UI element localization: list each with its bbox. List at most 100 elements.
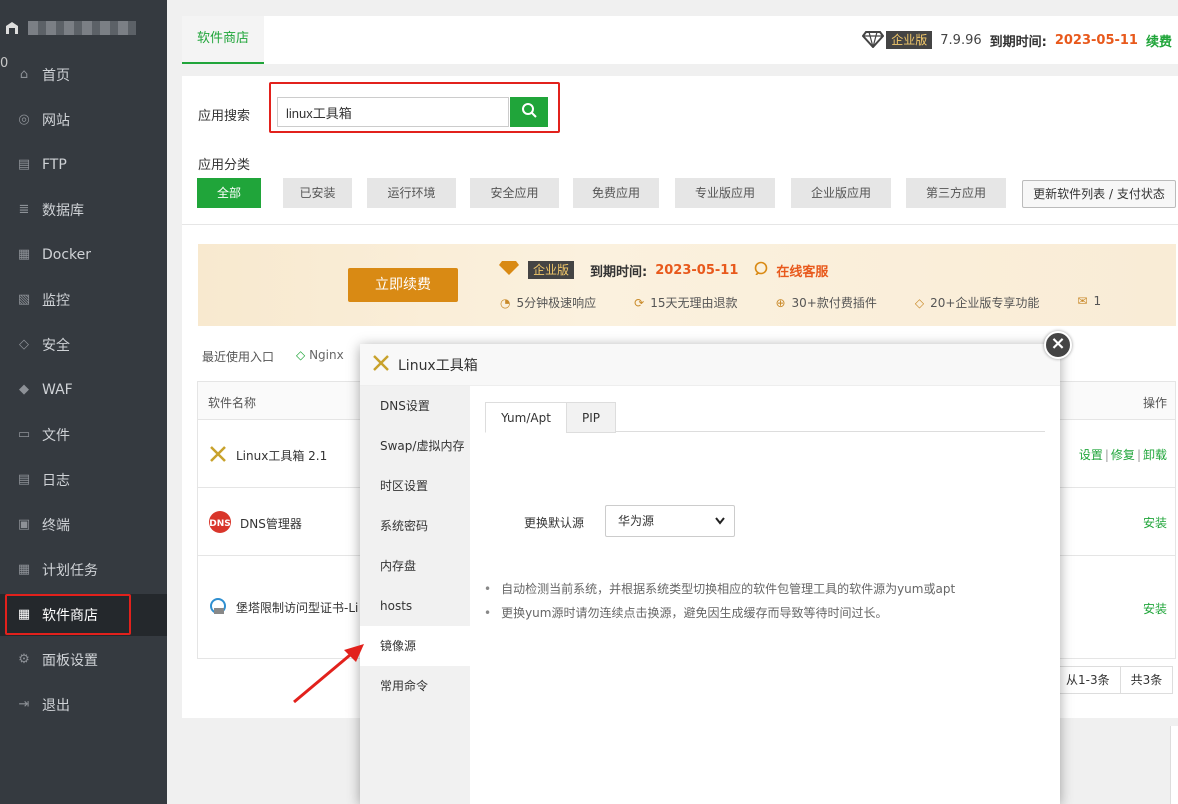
renew-link[interactable]: 续费 (1146, 31, 1172, 50)
category-button-3[interactable]: 安全应用 (470, 178, 559, 208)
category-button-2[interactable]: 运行环境 (367, 178, 456, 208)
header-name: 软件名称 (208, 396, 257, 410)
source-tabs: Yum/Apt PIP (485, 402, 1045, 433)
source-select[interactable]: 华为源 (605, 505, 735, 537)
dialog-menu-item-1[interactable]: Swap/虚拟内存 (360, 426, 470, 466)
expire-date: 2023-05-11 (1054, 32, 1138, 48)
promo-banner: 立即续费 企业版 到期时间: 2023-05-11 在线客服 ◔ 5分钟极速响应 ⟳… (198, 244, 1176, 326)
sidebar-item-label: 监控 (42, 293, 70, 309)
terminal-icon: ▣ (17, 517, 31, 532)
waf-shield-icon: ◇ (296, 348, 306, 362)
category-button-6[interactable]: 企业版应用 (791, 178, 891, 208)
banner-feature: ⊕ 30+款付费插件 (775, 296, 877, 310)
service-icon (754, 261, 768, 279)
shield-icon: ◇ (19, 337, 29, 352)
dns-icon: DNS (208, 510, 232, 537)
tab-software-store[interactable]: 软件商店 (182, 16, 264, 64)
mail-icon: ✉ (1077, 294, 1088, 308)
category-button-7[interactable]: 第三方应用 (906, 178, 1006, 208)
sidebar-item-5[interactable]: ▧ 监控 (0, 279, 167, 321)
banner-expire-label: 到期时间: (590, 264, 648, 280)
dialog-title: Linux工具箱 (398, 357, 478, 374)
edition-badge: 企业版 (861, 30, 933, 50)
sidebar-item-3[interactable]: ≣ 数据库 (0, 189, 167, 231)
logo-icon (4, 20, 20, 36)
divider (182, 224, 1178, 225)
folder-icon: ▭ (17, 427, 31, 442)
sidebar-item-1[interactable]: ◎ 网站 (0, 99, 167, 141)
category-label: 应用分类 (198, 158, 251, 173)
sidebar-item-10[interactable]: ▣ 终端 (0, 504, 167, 546)
dialog-menu-item-7[interactable]: 常用命令 (360, 666, 470, 706)
header-op: 操作 (1142, 396, 1167, 410)
banner-feature: ✉ 1 (1077, 294, 1102, 308)
install-link[interactable]: 安装 (1143, 514, 1167, 531)
sidebar-item-6[interactable]: ◇ 安全 (0, 324, 167, 366)
sidebar-item-11[interactable]: ▦ 计划任务 (0, 549, 167, 591)
renew-now-button[interactable]: 立即续费 (348, 268, 458, 302)
repair-link[interactable]: 修复 (1111, 448, 1135, 462)
tools-icon (372, 354, 390, 376)
tips-list: 自动检测当前系统，并根据系统类型切换相应的软件包管理工具的软件源为yum或apt… (484, 577, 955, 625)
database-icon: ≣ (18, 202, 30, 217)
category-button-4[interactable]: 免费应用 (573, 178, 659, 208)
category-button-0[interactable]: 全部 (197, 178, 261, 208)
sidebar: 0 ⌂ 首页 ◎ 网站 ▤ FTP ≣ 数据库 ▦ Docker ▧ 监控 ◇ 安全 ◆ WAF ▭ 文件 ▤ 日志 ▣… (0, 0, 167, 804)
sidebar-item-label: 文件 (42, 428, 70, 444)
dialog-menu-item-5[interactable]: hosts (360, 586, 470, 626)
banner-features: ◔ 5分钟极速响应 ⟳ 15天无理由退款 ⊕ 30+款付费插件 ◇ 20+企业版专享功能 ✉ 1 (500, 294, 1101, 311)
tab-pip[interactable]: PIP (566, 402, 616, 433)
sidebar-item-label: 日志 (42, 473, 70, 489)
dialog-menu-item-4[interactable]: 内存盘 (360, 546, 470, 586)
logout-icon: ⇥ (18, 697, 30, 712)
sidebar-item-13[interactable]: ⚙ 面板设置 (0, 639, 167, 681)
sidebar-item-label: 计划任务 (42, 563, 98, 579)
install-link[interactable]: 安装 (1143, 600, 1167, 617)
globe-icon: ◎ (18, 112, 30, 127)
settings-link[interactable]: 设置 (1079, 448, 1103, 462)
software-name[interactable]: 堡塔限制访问型证书-Li (236, 599, 358, 616)
sidebar-item-14[interactable]: ⇥ 退出 (0, 684, 167, 726)
svg-text:DNS: DNS (209, 519, 231, 529)
brand (0, 0, 167, 56)
tip-item: 更换yum源时请勿连续点击换源，避免因生成缓存而导致等待时间过长。 (484, 601, 955, 625)
sidebar-item-label: WAF (42, 382, 73, 398)
sidebar-item-2[interactable]: ▤ FTP (0, 144, 167, 186)
ftp-icon: ▤ (17, 157, 31, 172)
banner-feature: ◔ 5分钟极速响应 (500, 296, 597, 310)
recent-label: 最近使用入口 (202, 350, 275, 364)
sidebar-highlight-box (5, 594, 131, 635)
docker-icon: ▦ (17, 247, 31, 262)
banner-feature: ◇ 20+企业版专享功能 (914, 296, 1040, 310)
certificate-icon (208, 596, 228, 619)
uninstall-link[interactable]: 卸载 (1143, 448, 1167, 462)
sidebar-item-9[interactable]: ▤ 日志 (0, 459, 167, 501)
tab-yum-apt[interactable]: Yum/Apt (485, 402, 567, 433)
close-dialog-button[interactable]: × (1044, 331, 1072, 359)
category-button-1[interactable]: 已安装 (283, 178, 352, 208)
category-button-5[interactable]: 专业版应用 (675, 178, 775, 208)
sidebar-item-0[interactable]: ⌂ 首页 (0, 54, 167, 96)
sidebar-item-8[interactable]: ▭ 文件 (0, 414, 167, 456)
waf-shield-icon: ◆ (19, 382, 29, 397)
dialog-title-bar: Linux工具箱 (360, 344, 1060, 386)
home-icon: ⌂ (19, 67, 29, 82)
software-name[interactable]: DNS管理器 (240, 515, 302, 532)
software-name[interactable]: Linux工具箱 2.1 (236, 447, 327, 464)
update-list-button[interactable]: 更新软件列表 / 支付状态 (1022, 180, 1176, 208)
recent-item-nginx[interactable]: ◇ Nginx (296, 348, 344, 365)
sidebar-item-label: 安全 (42, 338, 70, 354)
banner-expire-date: 2023-05-11 (655, 262, 739, 278)
plugin-icon: ⊕ (775, 296, 786, 310)
dialog-menu-item-3[interactable]: 系统密码 (360, 506, 470, 546)
linux-toolbox-dialog: Linux工具箱 DNS设置 Swap/虚拟内存 时区设置 系统密码 内存盘 hosts 镜… (360, 344, 1060, 804)
dialog-menu-item-0[interactable]: DNS设置 (360, 386, 470, 426)
diamond-icon (498, 260, 520, 280)
dialog-menu-item-6[interactable]: 镜像源 (360, 626, 470, 666)
sidebar-item-7[interactable]: ◆ WAF (0, 369, 167, 411)
online-service-link[interactable]: 在线客服 (776, 261, 828, 280)
dialog-menu-item-2[interactable]: 时区设置 (360, 466, 470, 506)
source-label: 更换默认源 (524, 516, 585, 530)
sidebar-item-4[interactable]: ▦ Docker (0, 234, 167, 276)
tip-item: 自动检测当前系统，并根据系统类型切换相应的软件包管理工具的软件源为yum或apt (484, 577, 955, 601)
